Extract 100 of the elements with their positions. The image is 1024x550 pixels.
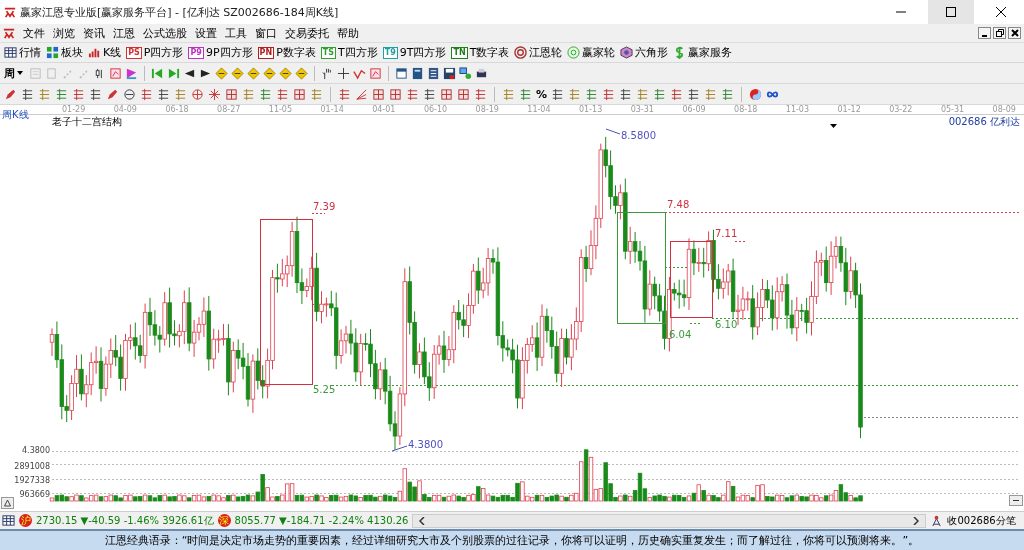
axis-label: 1927338 bbox=[14, 476, 50, 485]
toolbar-button[interactable]: PN P数字表 bbox=[257, 45, 316, 60]
diamond-icon[interactable] bbox=[279, 66, 292, 80]
date-label: 01-12 bbox=[837, 105, 861, 114]
grid-icon[interactable] bbox=[2, 514, 15, 527]
scroll-right-icon[interactable] bbox=[913, 516, 920, 525]
menu-item[interactable]: 帮助 bbox=[337, 25, 359, 41]
skip-first-icon[interactable] bbox=[151, 66, 164, 80]
lines-icon[interactable] bbox=[423, 87, 436, 101]
toolbar-button[interactable]: T9 9T四方形 bbox=[382, 45, 447, 60]
chart-icon[interactable] bbox=[109, 66, 122, 80]
maximize-button[interactable] bbox=[928, 0, 974, 24]
printer-icon[interactable] bbox=[475, 66, 488, 80]
toolbar-button[interactable]: TS T四方形 bbox=[320, 45, 378, 60]
pen-icon[interactable] bbox=[4, 87, 17, 101]
lines-icon[interactable] bbox=[406, 87, 419, 101]
lines-icon[interactable] bbox=[157, 87, 170, 101]
grid-icon[interactable] bbox=[293, 87, 306, 101]
diamond-icon[interactable] bbox=[247, 66, 260, 80]
close-icon[interactable] bbox=[996, 7, 1006, 17]
lines-icon[interactable] bbox=[551, 87, 565, 101]
menu-item[interactable]: 工具 bbox=[225, 25, 247, 41]
expand-icon[interactable] bbox=[1, 497, 14, 509]
toolbar-button[interactable]: K线 bbox=[88, 45, 122, 60]
toolbar-button[interactable]: TN T数字表 bbox=[451, 45, 510, 60]
menu-item[interactable]: 窗口 bbox=[255, 25, 277, 41]
grid-icon[interactable] bbox=[389, 87, 402, 101]
star-icon[interactable] bbox=[208, 87, 221, 101]
menu-item[interactable]: 浏览 bbox=[53, 25, 75, 41]
scrollbar[interactable] bbox=[412, 513, 927, 528]
lines-icon[interactable] bbox=[72, 87, 85, 101]
flag-icon[interactable] bbox=[125, 66, 138, 80]
collapse-icon[interactable] bbox=[1009, 495, 1023, 506]
lines-icon[interactable] bbox=[602, 87, 616, 101]
crosshair-icon[interactable] bbox=[337, 66, 350, 80]
toolbar-button[interactable]: 江恩轮 bbox=[514, 45, 563, 60]
window-title: 赢家江恩专业版[赢家服务平台] - [亿利达 SZ002686-184周K线] bbox=[20, 4, 339, 20]
lines-icon[interactable] bbox=[21, 87, 34, 101]
lines-icon[interactable] bbox=[338, 87, 351, 101]
lines-icon[interactable] bbox=[474, 87, 487, 101]
hexagon-icon[interactable] bbox=[620, 46, 634, 59]
date-label: 06-18 bbox=[165, 105, 189, 114]
diamond-icon[interactable] bbox=[263, 66, 276, 80]
caret-icon[interactable] bbox=[17, 71, 23, 75]
grid-icon[interactable] bbox=[457, 87, 470, 101]
bar-chart-icon[interactable] bbox=[88, 46, 101, 59]
lines-icon[interactable] bbox=[687, 87, 701, 101]
price-label: 5.25 bbox=[313, 384, 336, 395]
blocks-icon[interactable] bbox=[46, 46, 59, 59]
app-logo-icon[interactable] bbox=[3, 27, 15, 39]
menu-item[interactable]: 设置 bbox=[195, 25, 217, 41]
target-icon[interactable] bbox=[514, 46, 528, 59]
diamond-icon[interactable] bbox=[231, 66, 244, 80]
tick-label[interactable]: 收002686分笔 bbox=[947, 513, 1016, 528]
period-dropdown[interactable]: 周 bbox=[4, 65, 26, 81]
lines-icon[interactable] bbox=[276, 87, 289, 101]
document-icon[interactable] bbox=[427, 66, 440, 80]
percent-button[interactable]: % bbox=[536, 87, 548, 101]
toolbar-button[interactable]: PS P四方形 bbox=[126, 45, 184, 60]
target-icon[interactable] bbox=[191, 87, 204, 101]
lines-icon[interactable] bbox=[653, 87, 667, 101]
diamond-icon[interactable] bbox=[215, 66, 228, 80]
fan-icon[interactable] bbox=[355, 87, 368, 101]
lines-icon[interactable] bbox=[619, 87, 633, 101]
lines-icon[interactable] bbox=[670, 87, 684, 101]
lines-icon[interactable] bbox=[259, 87, 272, 101]
yin-yang-icon[interactable] bbox=[749, 87, 763, 101]
circle-icon[interactable] bbox=[123, 87, 136, 101]
menu-item[interactable]: 江恩 bbox=[113, 25, 135, 41]
menu-item[interactable]: 公式选股 bbox=[143, 25, 187, 41]
lines-icon[interactable] bbox=[55, 87, 68, 101]
diamond-icon[interactable] bbox=[295, 66, 308, 80]
grid-icon[interactable] bbox=[440, 87, 453, 101]
menu-item[interactable]: 资讯 bbox=[83, 25, 105, 41]
maximize-icon[interactable] bbox=[946, 7, 956, 17]
toolbar-button[interactable]: 行情 bbox=[4, 45, 41, 60]
toolbar-button[interactable]: P9 9P四方形 bbox=[188, 45, 253, 60]
grid-icon[interactable] bbox=[225, 87, 238, 101]
lines-icon[interactable] bbox=[585, 87, 599, 101]
calculator-icon[interactable] bbox=[411, 66, 424, 80]
scroll-left-icon[interactable] bbox=[419, 516, 426, 525]
grid-icon[interactable] bbox=[372, 87, 385, 101]
table-icon[interactable] bbox=[4, 46, 17, 59]
toolbar-button[interactable]: 赢家服务 bbox=[673, 45, 733, 60]
lines-icon[interactable] bbox=[140, 87, 153, 101]
price-label: 7.39 bbox=[313, 201, 336, 212]
network-icon[interactable] bbox=[459, 66, 472, 80]
toolbar-button[interactable]: 赢家轮 bbox=[567, 45, 616, 60]
menu-item[interactable]: 文件 bbox=[23, 25, 45, 41]
calendar-icon[interactable] bbox=[395, 66, 408, 80]
menu-item[interactable]: 交易委托 bbox=[285, 25, 329, 41]
lines-icon[interactable] bbox=[89, 87, 102, 101]
lines-icon[interactable] bbox=[519, 87, 532, 101]
pen-icon[interactable] bbox=[106, 87, 119, 101]
lines-icon[interactable] bbox=[721, 87, 735, 101]
period-label: 周K线 bbox=[2, 109, 29, 120]
chart-icon[interactable] bbox=[369, 66, 382, 80]
wheel-icon[interactable] bbox=[567, 46, 581, 59]
toolbar-button[interactable]: 板块 bbox=[46, 45, 83, 60]
toolbar-button[interactable]: 六角形 bbox=[620, 45, 669, 60]
